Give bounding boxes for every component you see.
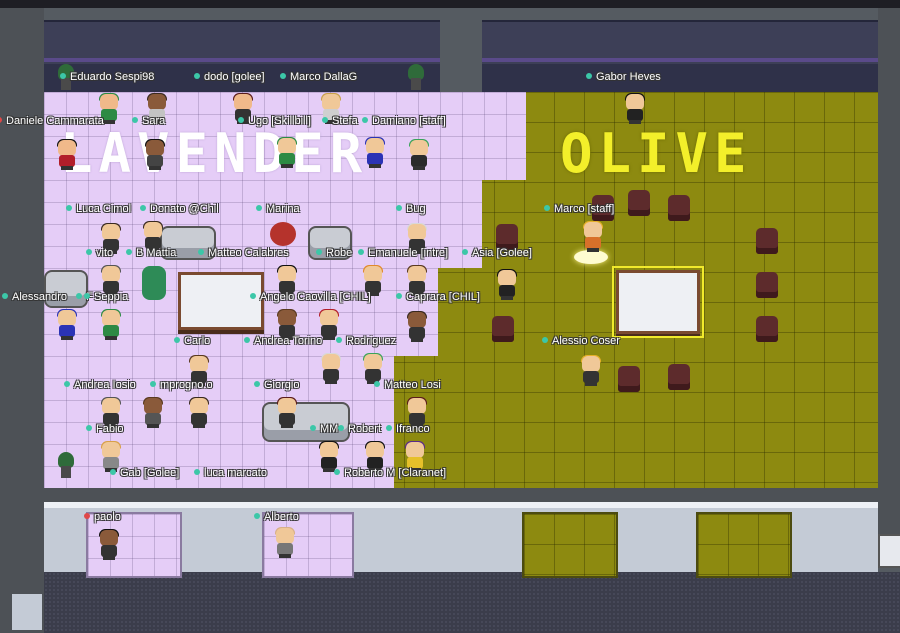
player-name-label[interactable]: Gabor Heves	[586, 71, 661, 84]
player-name-label[interactable]: Daniele Cammarata	[0, 115, 104, 128]
chair[interactable]	[668, 195, 690, 221]
avatar[interactable]	[364, 137, 386, 168]
cactus-plant	[142, 266, 166, 300]
player-name-label[interactable]: Seppia	[84, 291, 128, 304]
avatar[interactable]	[188, 397, 210, 428]
right-wall-lower	[878, 502, 900, 534]
avatar[interactable]	[144, 139, 166, 170]
game-map[interactable]: LAVENDER OLIVE Eduardo Sespi98 dodo [gol…	[0, 0, 900, 633]
olive-back-wall	[482, 20, 878, 94]
olive-doorway[interactable]	[522, 512, 618, 578]
chair[interactable]	[668, 364, 690, 390]
current-player-ring	[574, 250, 608, 264]
player-name-label[interactable]: Emanuele [intre]	[358, 247, 448, 260]
player-name-label[interactable]: mprogno.o	[150, 379, 213, 392]
player-name-label[interactable]: Roberto M [Claranet]	[334, 467, 446, 480]
avatar[interactable]	[142, 397, 164, 428]
player-name-label[interactable]: Robert	[338, 423, 381, 436]
selected-whiteboard[interactable]	[612, 266, 704, 338]
player-name-label[interactable]: Damiano [staff]	[362, 115, 446, 128]
player-name-label[interactable]: Ugo [Skillbill]	[238, 115, 311, 128]
avatar[interactable]	[276, 137, 298, 168]
top-bar	[0, 0, 900, 8]
player-name-label[interactable]: Matteo Losi	[374, 379, 441, 392]
olive-room-title: OLIVE	[560, 122, 753, 185]
chair[interactable]	[628, 190, 650, 216]
olive-doorway[interactable]	[696, 512, 792, 578]
player-name-label[interactable]: Rodriguez	[336, 335, 396, 348]
player-name-label[interactable]: Bug	[396, 203, 426, 216]
player-name-label[interactable]: Alberto	[254, 511, 299, 524]
avatar[interactable]	[56, 139, 78, 170]
player-name-label[interactable]: dodo [golee]	[194, 71, 265, 84]
lavender-room-title: LAVENDER	[60, 122, 369, 185]
avatar[interactable]	[406, 311, 428, 342]
potted-plant	[58, 452, 74, 478]
chair[interactable]	[618, 366, 640, 392]
player-name-label[interactable]: Donato @Chil	[140, 203, 219, 216]
player-name-label[interactable]: Giorgio	[254, 379, 299, 392]
player-name-label[interactable]: Carlo	[174, 335, 210, 348]
flower-bush	[270, 222, 296, 246]
player-name-label[interactable]: Gab [Golee]	[110, 467, 179, 480]
player-name-label[interactable]: Caprara [CHIL]	[396, 291, 480, 304]
olive-wall-trim	[482, 58, 878, 62]
chair[interactable]	[756, 272, 778, 298]
player-name-label[interactable]: MM	[310, 423, 338, 436]
player-name-label[interactable]: Alessandro	[2, 291, 67, 304]
avatar[interactable]	[496, 269, 518, 300]
player-name-label[interactable]: B Mattia	[126, 247, 176, 260]
player-name-label[interactable]: Robe	[316, 247, 352, 260]
player-name-label[interactable]: Alessio Coser	[542, 335, 620, 348]
info-sign[interactable]	[878, 534, 900, 568]
avatar[interactable]	[580, 355, 602, 386]
avatar[interactable]	[320, 353, 342, 384]
player-name-label[interactable]: Stefa	[322, 115, 358, 128]
player-name-label[interactable]: Andrea Torino	[244, 335, 322, 348]
player-name-label[interactable]: Andrea Iosio	[64, 379, 136, 392]
player-name-label[interactable]: Luca Cimol	[66, 203, 131, 216]
avatar[interactable]	[408, 139, 430, 170]
avatar[interactable]	[56, 309, 78, 340]
corridor-floor[interactable]	[44, 572, 900, 633]
potted-plant	[408, 64, 424, 90]
chair[interactable]	[756, 316, 778, 342]
player-avatar[interactable]	[582, 221, 604, 252]
player-name-label[interactable]: luca marcato	[194, 467, 267, 480]
player-name-label[interactable]: Eduardo Sespi98	[60, 71, 154, 84]
player-name-label[interactable]: vito	[86, 247, 113, 260]
side-terminal	[12, 594, 42, 630]
right-wall	[878, 8, 900, 508]
player-name-label[interactable]: Marco [staff]	[544, 203, 614, 216]
player-name-label[interactable]: Matteo Calabres	[198, 247, 289, 260]
player-name-label[interactable]: Marina	[256, 203, 300, 216]
lavender-wall-trim	[44, 58, 440, 62]
player-name-label[interactable]: Ifranco	[386, 423, 430, 436]
avatar[interactable]	[624, 93, 646, 124]
avatar[interactable]	[274, 527, 296, 558]
player-name-label[interactable]: Fabio	[86, 423, 124, 436]
chair[interactable]	[756, 228, 778, 254]
chair[interactable]	[492, 316, 514, 342]
player-name-label[interactable]: Angelo Caovilla [CHIL]	[250, 291, 371, 304]
avatar[interactable]	[100, 309, 122, 340]
player-name-label[interactable]: Asia [Golee]	[462, 247, 532, 260]
player-name-label[interactable]: Marco DallaG	[280, 71, 357, 84]
player-name-label[interactable]: Sara	[132, 115, 165, 128]
player-name-label[interactable]: paolo	[84, 511, 121, 524]
corridor-divider	[44, 488, 900, 502]
avatar[interactable]	[98, 529, 120, 560]
left-wall	[0, 8, 44, 633]
avatar[interactable]	[276, 397, 298, 428]
